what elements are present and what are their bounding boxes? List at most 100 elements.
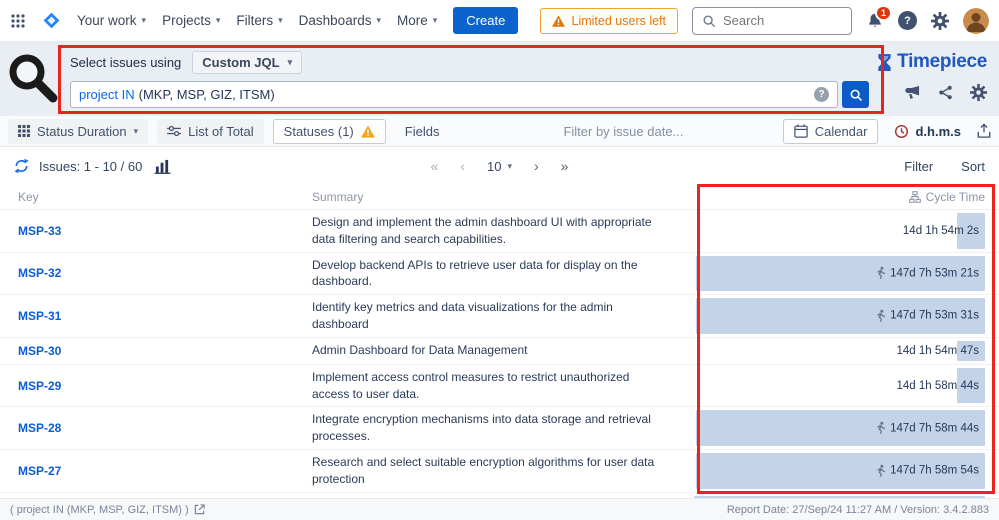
timepiece-logo-text[interactable]: Timepiece — [897, 51, 987, 73]
nav-item-filters[interactable]: Filters ▾ — [236, 13, 282, 28]
page-size-select[interactable]: 10 ▾ — [487, 159, 512, 174]
limited-users-warning[interactable]: Limited users left — [539, 7, 678, 34]
jql-query-input[interactable]: project IN (MKP, MSP, GIZ, ITSM) ? — [70, 81, 838, 108]
issue-date-filter-input[interactable]: Filter by issue date... — [563, 124, 683, 139]
notifications-button[interactable]: 1 — [866, 4, 892, 30]
filter-button[interactable]: Filter — [904, 159, 933, 174]
pagination: « ‹ 10 ▾ › » — [431, 158, 569, 174]
statuses-button[interactable]: Statuses (1) — [272, 118, 386, 144]
nav-item-label: Filters — [236, 13, 274, 28]
page-size-value: 10 — [487, 158, 502, 174]
cycle-time-value: 14d 1h 58m 44s — [896, 379, 979, 392]
user-avatar[interactable] — [963, 7, 989, 34]
nav-item-dashboards[interactable]: Dashboards ▾ — [299, 13, 381, 28]
jql-help-icon[interactable]: ? — [814, 87, 829, 102]
issue-key-link[interactable]: MSP-27 — [18, 464, 61, 478]
settings-gear-icon[interactable] — [931, 11, 949, 30]
cycle-time-value: 147d 7h 58m 44s — [890, 422, 979, 435]
app-logo-magnifier-icon — [4, 50, 60, 106]
jira-logo-icon[interactable] — [42, 11, 61, 30]
footer-report-info: Report Date: 27/Sep/24 11:27 AM / Versio… — [726, 503, 989, 516]
issue-summary: Implement access control measures to res… — [312, 369, 630, 401]
footer-query-text: ( project IN (MKP, MSP, GIZ, ITSM) ) — [10, 503, 189, 516]
issue-key-link[interactable]: MSP-30 — [18, 344, 61, 358]
export-icon[interactable] — [977, 123, 991, 139]
cycle-time-cell: 14d 1h 54m 47s — [682, 338, 999, 364]
jql-keyword: project IN — [79, 87, 135, 102]
nav-item-your-work[interactable]: Your work ▾ — [77, 13, 146, 28]
issue-key-link[interactable]: MSP-28 — [18, 421, 61, 435]
issue-source-select[interactable]: Custom JQL ▾ — [192, 51, 303, 74]
bar-chart-toggle-button[interactable] — [152, 157, 173, 176]
next-page-button[interactable]: › — [534, 158, 539, 174]
warning-icon — [551, 14, 565, 27]
nav-item-label: Projects — [162, 13, 211, 28]
select-issues-label: Select issues using — [70, 55, 182, 70]
last-page-button[interactable]: » — [561, 158, 569, 174]
warning-icon — [360, 124, 375, 138]
cycle-time-header-label: Cycle Time — [925, 190, 985, 204]
table-row: MSP-30 Admin Dashboard for Data Manageme… — [0, 338, 999, 365]
statuses-label: Statuses (1) — [283, 123, 354, 139]
jql-search-button[interactable] — [842, 81, 869, 108]
runner-icon — [875, 267, 886, 280]
top-navigation-bar: Your work ▾ Projects ▾ Filters ▾ Dashboards… — [0, 0, 999, 42]
refresh-icon[interactable] — [14, 158, 29, 174]
calendar-button[interactable]: Calendar — [782, 118, 879, 144]
search-input[interactable] — [723, 13, 842, 28]
chevron-down-icon: ▾ — [133, 125, 139, 136]
nav-item-label: More — [396, 13, 428, 28]
chevron-down-icon: ▾ — [215, 15, 221, 25]
fields-label: Fields — [404, 123, 440, 139]
announcements-megaphone-icon[interactable] — [904, 85, 921, 100]
list-mode-button[interactable]: List of Total — [157, 118, 264, 144]
nav-item-more[interactable]: More ▾ — [397, 13, 437, 28]
column-header-cycle-time[interactable]: Cycle Time — [682, 190, 999, 204]
time-format-button[interactable]: d.h.m.s — [894, 124, 961, 139]
report-toolbar: Status Duration ▾ List of Total Statuses… — [0, 116, 999, 147]
chevron-down-icon: ▾ — [141, 15, 147, 25]
first-page-button[interactable]: « — [431, 158, 439, 174]
cycle-time-cell: 147d 7h 53m 31s — [682, 295, 999, 337]
notification-badge: 1 — [874, 4, 892, 21]
issue-summary: Develop backend APIs to retrieve user da… — [312, 257, 638, 289]
fields-button[interactable]: Fields — [395, 119, 450, 144]
issue-rows: MSP-33 Design and implement the admin da… — [0, 210, 999, 520]
app-settings-gear-icon[interactable] — [970, 84, 987, 101]
sort-button[interactable]: Sort — [961, 159, 985, 174]
report-type-button[interactable]: Status Duration ▾ — [8, 118, 149, 144]
table-row: MSP-29 Implement access control measures… — [0, 365, 999, 408]
issue-key-link[interactable]: MSP-32 — [18, 266, 61, 280]
issue-key-link[interactable]: MSP-31 — [18, 309, 61, 323]
chevron-down-icon: ▾ — [278, 15, 283, 25]
results-bar: Issues: 1 - 10 / 60 « ‹ 10 ▾ › » Filter … — [0, 147, 999, 185]
issue-key-link[interactable]: MSP-33 — [18, 224, 61, 238]
create-button[interactable]: Create — [453, 7, 519, 34]
nav-item-label: Your work — [77, 13, 137, 28]
issue-summary: Admin Dashboard for Data Management — [312, 343, 528, 358]
app-window: Your work ▾ Projects ▾ Filters ▾ Dashboards… — [0, 0, 999, 520]
previous-page-button[interactable]: ‹ — [460, 158, 465, 174]
app-switcher-icon[interactable] — [10, 13, 26, 29]
column-header-summary[interactable]: Summary — [312, 190, 682, 204]
cycle-time-value: 147d 7h 53m 31s — [890, 309, 979, 322]
nav-item-projects[interactable]: Projects ▾ — [162, 13, 220, 28]
timepiece-hourglass-icon — [877, 53, 892, 72]
issue-key-link[interactable]: MSP-29 — [18, 379, 61, 393]
report-footer: ( project IN (MKP, MSP, GIZ, ITSM) ) Rep… — [0, 498, 999, 520]
external-link-icon[interactable] — [194, 504, 205, 515]
table-row: MSP-27 Research and select suitable encr… — [0, 450, 999, 493]
issue-selection-panel: Select issues using Custom JQL ▾ project… — [0, 42, 999, 116]
chevron-down-icon: ▾ — [432, 15, 438, 25]
table-row: MSP-31 Identify key metrics and data vis… — [0, 295, 999, 338]
cycle-time-value: 14d 1h 54m 47s — [896, 344, 979, 357]
help-button[interactable]: ? — [898, 11, 917, 30]
column-header-key[interactable]: Key — [0, 190, 312, 204]
nav-item-label: Dashboards — [298, 13, 372, 28]
cycle-time-cell: 14d 1h 54m 2s — [682, 210, 999, 252]
cycle-time-cell: 147d 7h 53m 21s — [682, 253, 999, 295]
chevron-down-icon: ▾ — [376, 15, 381, 25]
global-search[interactable] — [692, 6, 852, 35]
runner-icon — [875, 309, 886, 322]
share-icon[interactable] — [938, 85, 953, 100]
